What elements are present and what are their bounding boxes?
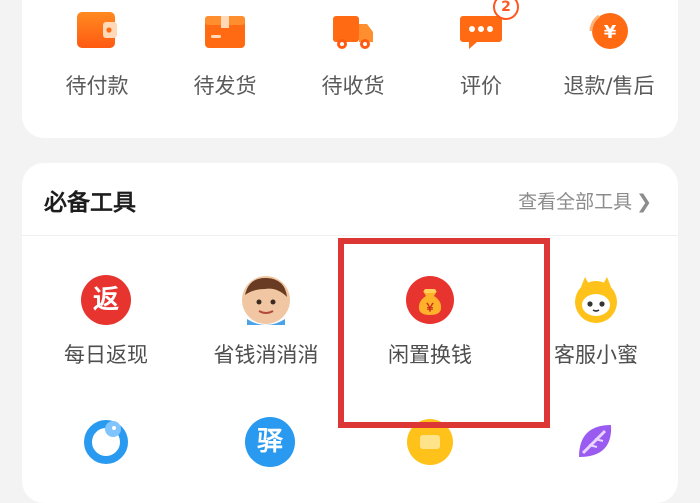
order-item-label: 待收货 <box>321 74 385 98</box>
order-item-label: 待付款 <box>65 74 129 98</box>
wallet-icon <box>75 8 119 52</box>
post-station-icon: 驿 <box>245 417 295 467</box>
order-refund-aftersale[interactable]: ¥ 退款/售后 <box>554 8 664 100</box>
view-all-label: 查看全部工具 <box>518 191 633 213</box>
order-to-review[interactable]: 2 评价 <box>426 0 536 100</box>
order-item-label: 评价 <box>460 74 502 98</box>
tool-row2-item-2[interactable]: 驿 <box>190 417 350 467</box>
svg-text:¥: ¥ <box>604 22 617 43</box>
fish-swirl-icon <box>81 417 131 467</box>
chat-bubble-icon: 2 <box>459 0 519 52</box>
refund-icon: ¥ <box>587 8 631 52</box>
order-to-receive[interactable]: 待收货 <box>298 8 408 100</box>
divider <box>22 235 678 236</box>
highlight-box <box>338 238 550 428</box>
order-item-label: 退款/售后 <box>563 74 655 98</box>
order-item-label: 待发货 <box>193 74 257 98</box>
tool-save-money-match[interactable]: 省钱消消消 <box>186 275 346 369</box>
review-count-badge: 2 <box>493 0 519 20</box>
section-title: 必备工具 <box>44 190 136 216</box>
order-status-card: 待付款 待发货 待收货 2 评价 ¥ 退款/售后 <box>22 0 678 138</box>
chevron-right-icon: ❯ <box>636 191 652 213</box>
tool-daily-cashback[interactable]: 返 每日返现 <box>26 275 186 369</box>
robot-face-icon <box>571 275 621 325</box>
view-all-tools-link[interactable]: 查看全部工具 ❯ <box>518 187 652 214</box>
package-icon <box>203 8 247 52</box>
delivery-truck-icon <box>331 8 375 52</box>
purple-leaf-icon <box>571 417 621 467</box>
order-pending-payment[interactable]: 待付款 <box>42 8 152 100</box>
order-to-ship[interactable]: 待发货 <box>170 8 280 100</box>
cartoon-avatar-icon <box>241 275 291 325</box>
tool-label: 省钱消消消 <box>213 343 319 367</box>
tool-row2-item-1[interactable] <box>26 417 186 467</box>
cashback-icon: 返 <box>81 275 131 325</box>
tool-label: 每日返现 <box>64 343 148 367</box>
